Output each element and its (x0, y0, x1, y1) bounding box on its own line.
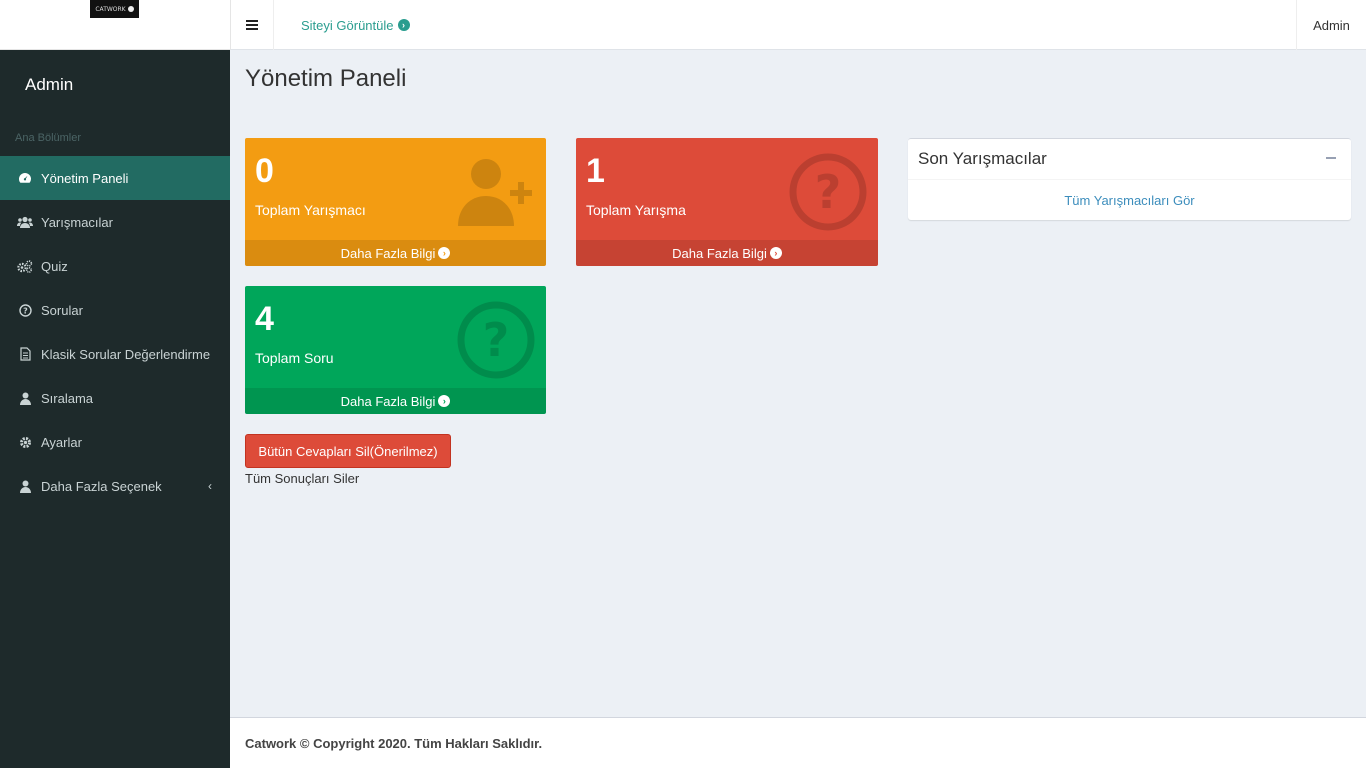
sidebar-item-classic-questions[interactable]: Klasik Sorular Değerlendirme (0, 332, 230, 376)
hamburger-icon (246, 20, 258, 30)
user-menu[interactable]: Admin (1296, 0, 1366, 50)
sidebar-item-label: Ayarlar (41, 434, 82, 450)
users-icon (17, 215, 33, 229)
sidebar-item-dashboard[interactable]: Yönetim Paneli (0, 156, 230, 200)
logo[interactable]: CATWORK (90, 0, 139, 18)
sidebar-item-settings[interactable]: Ayarlar (0, 420, 230, 464)
more-info-label: Daha Fazla Bilgi (672, 245, 767, 261)
sidebar-item-contestants[interactable]: Yarışmacılar (0, 200, 230, 244)
sidebar-item-more-options[interactable]: Daha Fazla Seçenek ‹ (0, 464, 230, 508)
box-title: Son Yarışmacılar (918, 149, 1047, 168)
sidebar-item-label: Yarışmacılar (41, 214, 113, 230)
copyright-text: Catwork © Copyright 2020. Tüm Hakları Sa… (245, 735, 543, 751)
more-info-link[interactable]: Daha Fazla Bilgi › (245, 240, 546, 266)
stat-label: Toplam Yarışma (586, 202, 686, 218)
sidebar-item-label: Yönetim Paneli (41, 170, 129, 186)
arrow-circle-right-icon: › (438, 395, 451, 407)
question-circle-icon: ? (457, 301, 535, 379)
sidebar-item-ranking[interactable]: Sıralama (0, 376, 230, 420)
more-info-link[interactable]: Daha Fazla Bilgi › (245, 388, 546, 414)
sidebar-item-questions[interactable]: ? Sorular (0, 288, 230, 332)
stat-value: 1 (586, 152, 605, 190)
sidebar-section-header: Ana Bölümler (15, 132, 82, 144)
recent-contestants-box: Son Yarışmacılar Tüm Yarışmacıları Gör (908, 138, 1351, 220)
sidebar-item-label: Quiz (41, 258, 68, 274)
more-info-link[interactable]: Daha Fazla Bilgi › (576, 240, 878, 266)
sidebar-user-panel: Admin (0, 50, 230, 120)
svg-text:?: ? (23, 306, 28, 315)
svg-text:?: ? (815, 165, 842, 219)
stat-value: 0 (255, 152, 274, 190)
chevron-left-icon: ‹ (208, 479, 212, 493)
user-plus-icon (458, 159, 532, 226)
question-circle-icon: ? (17, 303, 33, 317)
view-site-label: Siteyi Görüntüle (301, 17, 394, 33)
page-title: Yönetim Paneli (245, 65, 407, 92)
file-icon (17, 347, 33, 361)
user-icon (17, 479, 33, 493)
stat-label: Toplam Yarışmacı (255, 202, 366, 218)
stat-box-questions: 4 Toplam Soru ? Daha Fazla Bilgi › (245, 286, 546, 414)
arrow-circle-right-icon: › (397, 19, 410, 31)
content-wrapper: Yönetim Paneli 0 Toplam Yarışmacı Daha F… (230, 51, 1366, 717)
delete-all-answers-button[interactable]: Bütün Cevapları Sil(Önerilmez) (245, 434, 451, 468)
more-info-label: Daha Fazla Bilgi (340, 245, 436, 261)
delete-all-answers-note: Tüm Sonuçları Siler (245, 471, 360, 486)
svg-text:?: ? (483, 313, 510, 367)
recent-contestants-header: Son Yarışmacılar (908, 139, 1351, 180)
sidebar-item-label: Klasik Sorular Değerlendirme (41, 346, 211, 362)
sidebar-toggle-button[interactable] (231, 0, 274, 50)
user-menu-label: Admin (1313, 17, 1350, 33)
stat-box-competitions: 1 Toplam Yarışma ? Daha Fazla Bilgi › (576, 138, 878, 266)
view-all-contestants-link[interactable]: Tüm Yarışmacıları Gör (908, 180, 1351, 220)
dashboard-icon (17, 171, 33, 185)
logo-mark-icon (127, 6, 134, 12)
gear-icon (17, 435, 33, 449)
question-circle-icon: ? (789, 153, 867, 231)
arrow-circle-right-icon: › (769, 247, 782, 259)
sidebar-item-label: Daha Fazla Seçenek (41, 478, 162, 494)
collapse-minus-icon[interactable] (1326, 157, 1336, 159)
sidebar: Admin Ana Bölümler Yönetim Paneli Yarışm… (0, 50, 230, 768)
view-site-link[interactable]: Siteyi Görüntüle › (301, 0, 410, 50)
stat-box-contestants: 0 Toplam Yarışmacı Daha Fazla Bilgi › (245, 138, 546, 266)
sidebar-item-label: Sorular (41, 302, 83, 318)
sidebar-item-quiz[interactable]: Quiz (0, 244, 230, 288)
stat-value: 4 (255, 300, 274, 338)
logo-area: CATWORK (0, 0, 230, 50)
page-footer: Catwork © Copyright 2020. Tüm Hakları Sa… (230, 717, 1366, 768)
top-navbar: Siteyi Görüntüle › Admin (230, 0, 1366, 50)
sidebar-item-label: Sıralama (41, 390, 94, 406)
more-info-label: Daha Fazla Bilgi (340, 393, 436, 409)
stat-label: Toplam Soru (255, 350, 334, 366)
arrow-circle-right-icon: › (438, 247, 451, 259)
user-icon (17, 391, 33, 405)
logo-text: CATWORK (95, 5, 126, 13)
cogs-icon (17, 259, 33, 273)
sidebar-user-name: Admin (25, 75, 74, 94)
